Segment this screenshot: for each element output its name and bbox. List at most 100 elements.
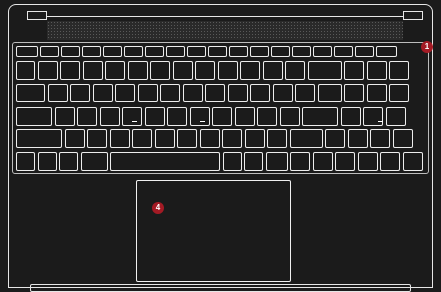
keyboard-key <box>167 107 187 126</box>
keyboard-key <box>289 129 323 148</box>
keyboard-key <box>70 84 90 102</box>
keyboard-key <box>222 152 242 171</box>
callout-4: 4 <box>152 202 164 214</box>
key-legend-mark <box>132 121 137 122</box>
keyboard-key <box>77 107 97 126</box>
keyboard-key <box>244 152 263 171</box>
keyboard-key <box>257 107 277 126</box>
keyboard-key <box>295 84 315 102</box>
keyboard-key <box>244 129 265 148</box>
keyboard-key <box>205 84 225 102</box>
keyboard-key <box>240 61 260 80</box>
keyboard-key <box>160 84 180 102</box>
keyboard-key <box>325 129 345 148</box>
keyboard-key <box>285 61 305 80</box>
keyboard-key <box>262 61 283 80</box>
keyboard-key <box>40 46 59 57</box>
keyboard-key <box>109 129 130 148</box>
hinge-left <box>27 11 47 20</box>
keyboard-key <box>366 84 387 102</box>
keyboard-key <box>380 152 400 171</box>
keyboard-key <box>64 129 85 148</box>
keyboard-key <box>54 107 75 126</box>
keyboard-key <box>370 129 390 148</box>
keyboard-key <box>290 152 310 171</box>
keyboard-key <box>227 84 248 102</box>
keyboard-key <box>347 129 368 148</box>
keyboard-key <box>212 107 232 126</box>
keyboard-key <box>272 84 293 102</box>
keyboard-key <box>132 129 152 148</box>
keyboard-key <box>37 61 58 80</box>
keyboard-key <box>61 46 80 57</box>
keyboard-key <box>363 107 383 126</box>
keyboard-key <box>60 61 80 80</box>
keyboard-key <box>59 152 78 171</box>
keyboard-key <box>265 152 288 171</box>
keyboard-key <box>47 84 68 102</box>
keyboard-key <box>16 152 35 171</box>
keyboard-key <box>292 46 311 57</box>
keyboard-key <box>199 129 220 148</box>
keyboard-key <box>222 129 242 148</box>
keyboard-key <box>208 46 227 57</box>
keyboard-key <box>376 46 397 57</box>
keyboard-key <box>402 152 423 171</box>
key-legend-mark <box>200 121 205 122</box>
keyboard-key <box>335 152 355 171</box>
keyboard-key <box>334 46 353 57</box>
keyboard-key <box>302 107 338 126</box>
keyboard-key <box>307 61 342 80</box>
keyboard-key <box>217 61 238 80</box>
keyboard-key <box>105 61 125 80</box>
keyboard-key <box>122 107 142 126</box>
keyboard-key <box>234 107 255 126</box>
keyboard-key <box>312 152 333 171</box>
keyboard-key <box>172 61 193 80</box>
keyboard-key <box>250 84 270 102</box>
speaker-grille <box>47 21 403 40</box>
keyboard-key <box>154 129 175 148</box>
keyboard-key <box>355 46 374 57</box>
keyboard-key <box>313 46 332 57</box>
keyboard-key <box>16 46 38 57</box>
keyboard-key <box>195 61 215 80</box>
keyboard-key <box>92 84 113 102</box>
keyboard-key <box>344 61 364 80</box>
keyboard-key <box>187 46 206 57</box>
keyboard-key <box>82 61 103 80</box>
keyboard-key <box>389 84 409 102</box>
keyboard-key <box>389 61 409 80</box>
keyboard-key <box>137 84 158 102</box>
keyboard-key <box>392 129 413 148</box>
keyboard-key <box>115 84 135 102</box>
keyboard-key <box>127 61 148 80</box>
keyboard-key <box>177 129 197 148</box>
keyboard-key <box>16 107 52 126</box>
key-legend-mark <box>378 121 383 122</box>
front-lip-outline <box>30 284 411 292</box>
keyboard-key <box>317 84 342 102</box>
keyboard-key <box>366 61 387 80</box>
keyboard-key <box>37 152 57 171</box>
keyboard-key <box>357 152 378 171</box>
keyboard-key <box>16 129 62 148</box>
keyboard-key <box>144 107 165 126</box>
keyboard-key <box>16 84 45 102</box>
keyboard-key <box>271 46 290 57</box>
keyboard-key <box>124 46 143 57</box>
touchpad <box>136 180 291 282</box>
keyboard-key <box>103 46 122 57</box>
keyboard-key <box>279 107 300 126</box>
hinge-right <box>403 11 423 20</box>
keyboard-key <box>182 84 203 102</box>
keyboard-key <box>340 107 361 126</box>
keyboard-key <box>80 152 108 171</box>
keyboard-key <box>267 129 287 148</box>
keyboard-key <box>145 46 164 57</box>
laptop-base-diagram: 1 4 <box>0 0 441 292</box>
keyboard-key <box>166 46 185 57</box>
keyboard-key <box>250 46 269 57</box>
keyboard-key <box>150 61 170 80</box>
keyboard-key <box>229 46 248 57</box>
